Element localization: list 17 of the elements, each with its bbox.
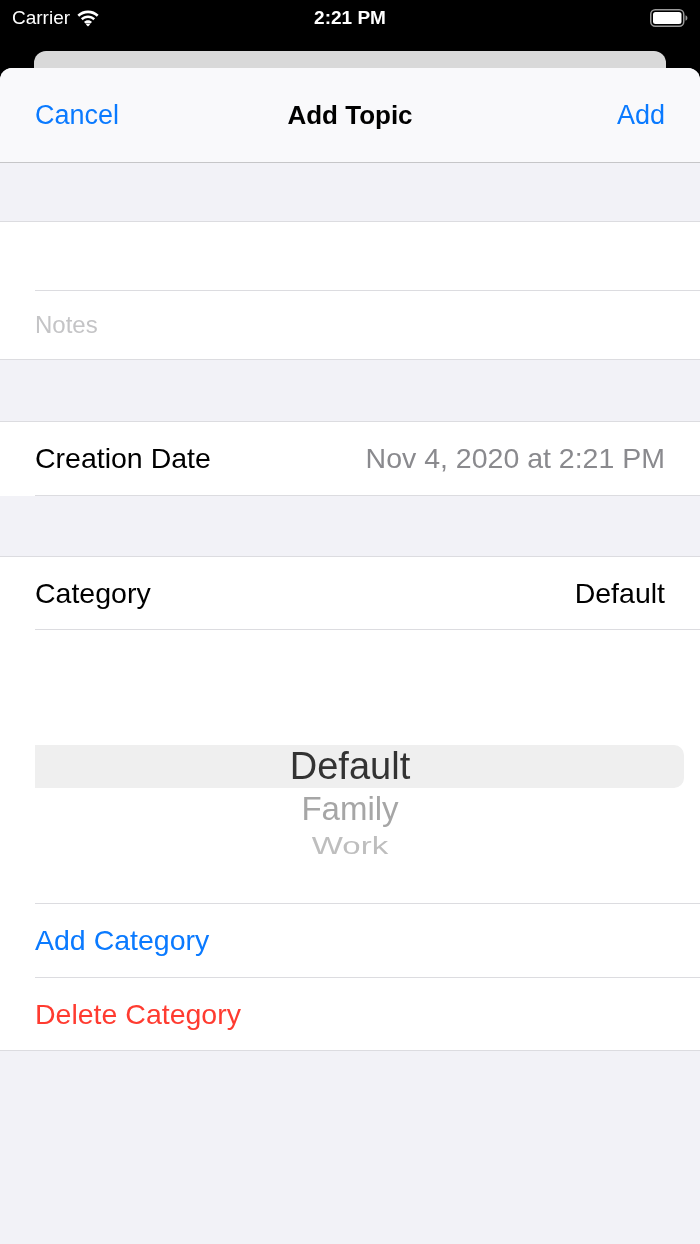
cancel-button[interactable]: Cancel xyxy=(35,94,120,136)
creation-date-value[interactable]: Nov 4, 2020 at 2:21 PM xyxy=(365,437,665,480)
add-category-button[interactable]: Add Category xyxy=(35,919,210,962)
battery-icon xyxy=(650,9,688,27)
carrier-label: Carrier xyxy=(12,5,71,30)
delete-category-button[interactable]: Delete Category xyxy=(35,992,241,1036)
screen-title: Add Topic xyxy=(287,98,413,132)
wifi-icon xyxy=(76,9,101,27)
creation-date-label: Creation Date xyxy=(35,441,211,477)
category-value[interactable]: Default xyxy=(574,571,665,615)
notes-field[interactable]: Notes xyxy=(0,291,700,359)
picker-option[interactable]: Family xyxy=(301,792,399,825)
picker-selected-option[interactable]: Default xyxy=(35,745,684,788)
add-button[interactable]: Add xyxy=(616,94,665,136)
title-field[interactable] xyxy=(0,222,700,291)
category-label: Category xyxy=(35,575,151,611)
status-time: 2:21 PM xyxy=(314,5,386,30)
